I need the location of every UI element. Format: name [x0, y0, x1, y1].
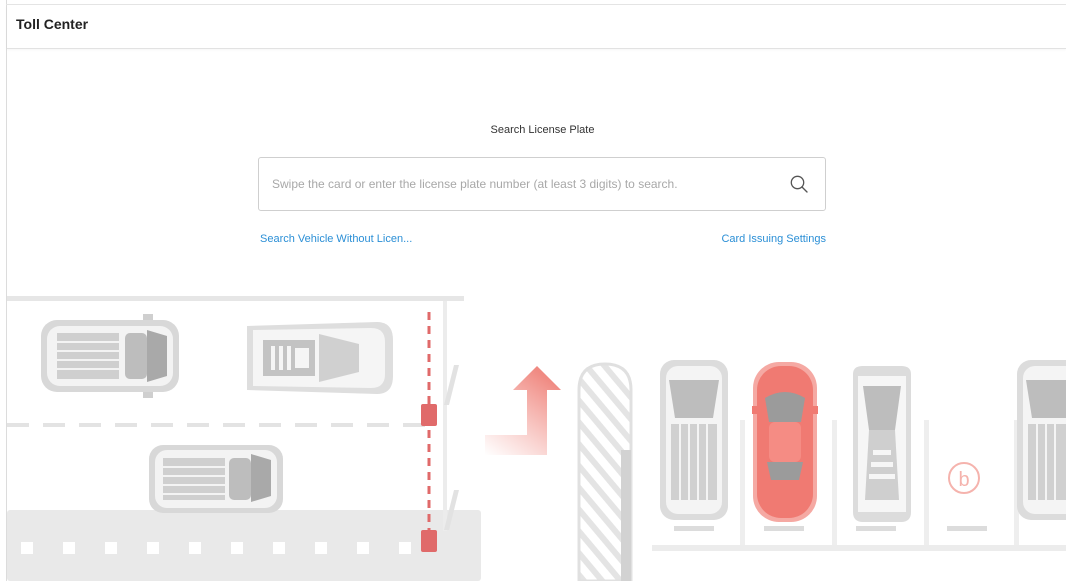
search-icon[interactable]	[789, 174, 809, 194]
car-suv-lower	[149, 445, 283, 513]
parking-b-icon: b	[948, 462, 980, 494]
car-parked-red	[752, 362, 818, 522]
car-parked-suv-1	[660, 360, 728, 520]
svg-text:b: b	[958, 469, 969, 491]
license-plate-search-input[interactable]	[272, 158, 772, 210]
page-header: Toll Center	[7, 5, 1066, 49]
direction-arrow-icon	[485, 366, 561, 455]
card-issuing-settings-link[interactable]: Card Issuing Settings	[721, 233, 826, 245]
search-vehicle-without-plate-link[interactable]: Search Vehicle Without Licen...	[260, 233, 412, 245]
parking-lot-illustration: b	[7, 296, 1066, 581]
car-parked-suv-2	[1017, 360, 1066, 520]
hatched-divider	[577, 362, 633, 581]
car-parked-sports	[853, 366, 911, 522]
search-license-plate-label: Search License Plate	[490, 124, 595, 136]
search-box	[258, 157, 826, 211]
car-sedan-top	[247, 322, 393, 394]
car-suv-left	[41, 314, 179, 398]
page-title: Toll Center	[16, 16, 89, 32]
